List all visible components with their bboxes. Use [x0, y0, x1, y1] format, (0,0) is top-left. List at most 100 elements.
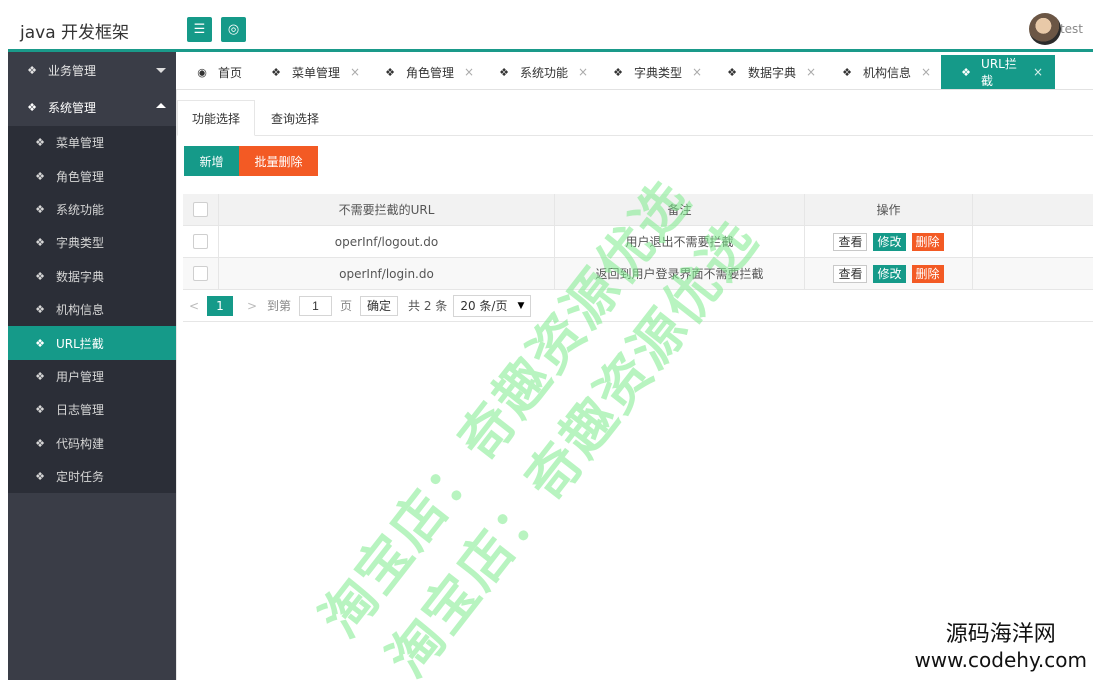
close-icon[interactable]: ×: [1033, 65, 1043, 79]
delete-button[interactable]: 删除: [911, 264, 944, 283]
sidebar-item-label: 用户管理: [56, 369, 105, 384]
left-edge: [0, 0, 8, 680]
cubes-icon: ❖: [727, 65, 737, 79]
tab-home[interactable]: ◉ 首页: [176, 55, 254, 89]
app-title: java 开发框架: [20, 23, 130, 43]
sidebar-item-label: 日志管理: [56, 403, 105, 418]
select-all-checkbox[interactable]: [193, 202, 208, 217]
sidebar-item-dict-type[interactable]: ❖ 字典类型: [8, 226, 176, 259]
cubes-icon: ❖: [35, 303, 45, 317]
corner-watermark: 源码海洋网 www.codehy.com: [914, 616, 1087, 672]
tab-dict-data[interactable]: ❖ 数据字典 ×: [706, 55, 828, 89]
row-checkbox[interactable]: [193, 266, 208, 281]
tab-label: 菜单管理: [292, 65, 341, 80]
dropdown-arrow-icon: ▼: [517, 300, 525, 311]
page-size-select[interactable]: 20 条/页 ▼: [453, 294, 532, 317]
tab-menu[interactable]: ❖ 菜单管理 ×: [250, 55, 372, 89]
sidebar-item-label: 定时任务: [56, 470, 105, 485]
sidebar-item-dict-data[interactable]: ❖ 数据字典: [8, 260, 176, 293]
close-icon[interactable]: ×: [692, 65, 702, 79]
prev-page-button[interactable]: <: [183, 299, 205, 313]
chevron-up-icon: [156, 103, 166, 108]
globe-button[interactable]: ◎: [221, 17, 246, 42]
sidebar-item-label: 菜单管理: [56, 136, 105, 151]
view-button[interactable]: 查看: [833, 264, 868, 283]
url-cell: operInf/login.do: [219, 258, 555, 289]
tab-label: 角色管理: [406, 65, 455, 80]
tab-label: 首页: [218, 65, 243, 80]
sidebar-item-codegen[interactable]: ❖ 代码构建: [8, 427, 176, 460]
tab-dict-type[interactable]: ❖ 字典类型 ×: [592, 55, 714, 89]
cubes-icon: ❖: [35, 336, 45, 350]
close-icon[interactable]: ×: [350, 65, 360, 79]
sidebar-item-function[interactable]: ❖ 系统功能: [8, 193, 176, 226]
subtab-query[interactable]: 查询选择: [257, 100, 333, 136]
tab-function[interactable]: ❖ 系统功能 ×: [478, 55, 600, 89]
sidebar-item-label: 角色管理: [56, 169, 105, 184]
username-label[interactable]: test: [1060, 22, 1083, 36]
view-button[interactable]: 查看: [833, 232, 868, 251]
sidebar-group-business[interactable]: ❖ 业务管理: [8, 52, 176, 89]
menu-toggle-button[interactable]: ☰: [187, 17, 212, 42]
batch-delete-button[interactable]: 批量删除: [239, 146, 318, 176]
cubes-icon: ❖: [35, 136, 45, 150]
sidebar-item-schedule[interactable]: ❖ 定时任务: [8, 460, 176, 493]
cubes-icon: ❖: [842, 65, 852, 79]
goto-confirm-button[interactable]: 确定: [360, 295, 399, 316]
cubes-icon: ❖: [385, 65, 395, 79]
row-checkbox[interactable]: [193, 234, 208, 249]
tab-role[interactable]: ❖ 角色管理 ×: [364, 55, 486, 89]
menu-icon: ☰: [193, 22, 206, 37]
tab-label: 数据字典: [748, 65, 797, 80]
page-unit-label: 页: [340, 299, 353, 313]
edit-button[interactable]: 修改: [873, 232, 906, 251]
close-icon[interactable]: ×: [806, 65, 816, 79]
actions-cell: 查看 修改 删除: [805, 226, 973, 257]
sidebar-item-label: 字典类型: [56, 236, 105, 251]
sidebar-item-org[interactable]: ❖ 机构信息: [8, 293, 176, 326]
cubes-icon: ❖: [271, 65, 281, 79]
sidebar-item-label: 机构信息: [56, 303, 105, 318]
sidebar-item-label: 代码构建: [56, 436, 105, 451]
sidebar-item-log[interactable]: ❖ 日志管理: [8, 393, 176, 426]
cubes-icon: ❖: [35, 269, 45, 283]
delete-button[interactable]: 删除: [911, 232, 944, 251]
close-icon[interactable]: ×: [464, 65, 474, 79]
cubes-icon: ❖: [35, 202, 45, 216]
edit-button[interactable]: 修改: [873, 264, 906, 283]
column-header-actions: 操作: [805, 194, 973, 225]
sidebar-item-role[interactable]: ❖ 角色管理: [8, 159, 176, 192]
close-icon[interactable]: ×: [578, 65, 588, 79]
cubes-icon: ❖: [35, 436, 45, 450]
current-page[interactable]: 1: [207, 295, 233, 316]
sidebar-group-label: 系统管理: [48, 101, 97, 115]
tab-url-intercept[interactable]: ❖ URL拦截 ×: [941, 55, 1055, 89]
tab-label: URL拦截: [981, 57, 1017, 88]
subtab-function[interactable]: 功能选择: [177, 100, 256, 136]
url-cell: operInf/logout.do: [219, 226, 555, 257]
sidebar-item-user[interactable]: ❖ 用户管理: [8, 360, 176, 393]
sidebar: ❖ 业务管理 ❖ 系统管理 ❖ 菜单管理 ❖ 角色管理 ❖ 系统功能 ❖ 字典类型 ❖ 数…: [8, 52, 176, 680]
sidebar-group-system[interactable]: ❖ 系统管理: [8, 89, 176, 126]
tab-label: 系统功能: [520, 65, 569, 80]
next-page-button[interactable]: >: [241, 299, 263, 313]
cubes-icon: ❖: [27, 64, 37, 77]
goto-page-input[interactable]: [299, 295, 333, 316]
subtab-bar: 功能选择 查询选择: [177, 100, 1093, 136]
tab-label: 机构信息: [863, 65, 912, 80]
sidebar-item-url-intercept[interactable]: ❖ URL拦截: [8, 326, 176, 360]
sidebar-item-menu[interactable]: ❖ 菜单管理: [8, 126, 176, 159]
add-button[interactable]: 新增: [184, 146, 239, 176]
total-count: 共 2 条: [408, 299, 448, 313]
tab-org[interactable]: ❖ 机构信息 ×: [821, 55, 943, 89]
close-icon[interactable]: ×: [921, 65, 931, 79]
cubes-icon: ❖: [35, 236, 45, 250]
app-root: java 开发框架 ☰ ◎ test ❖ 业务管理 ❖ 系统管理 ❖ 菜单管理 ❖…: [0, 0, 1093, 680]
cubes-icon: ❖: [35, 369, 45, 383]
avatar[interactable]: [1029, 13, 1061, 45]
page-size-value: 20 条/页: [460, 299, 508, 313]
goto-label: 到第: [267, 299, 292, 313]
sidebar-item-label: 系统功能: [56, 202, 105, 217]
actions-cell: 查看 修改 删除: [805, 258, 973, 289]
chevron-down-icon: [156, 68, 166, 73]
